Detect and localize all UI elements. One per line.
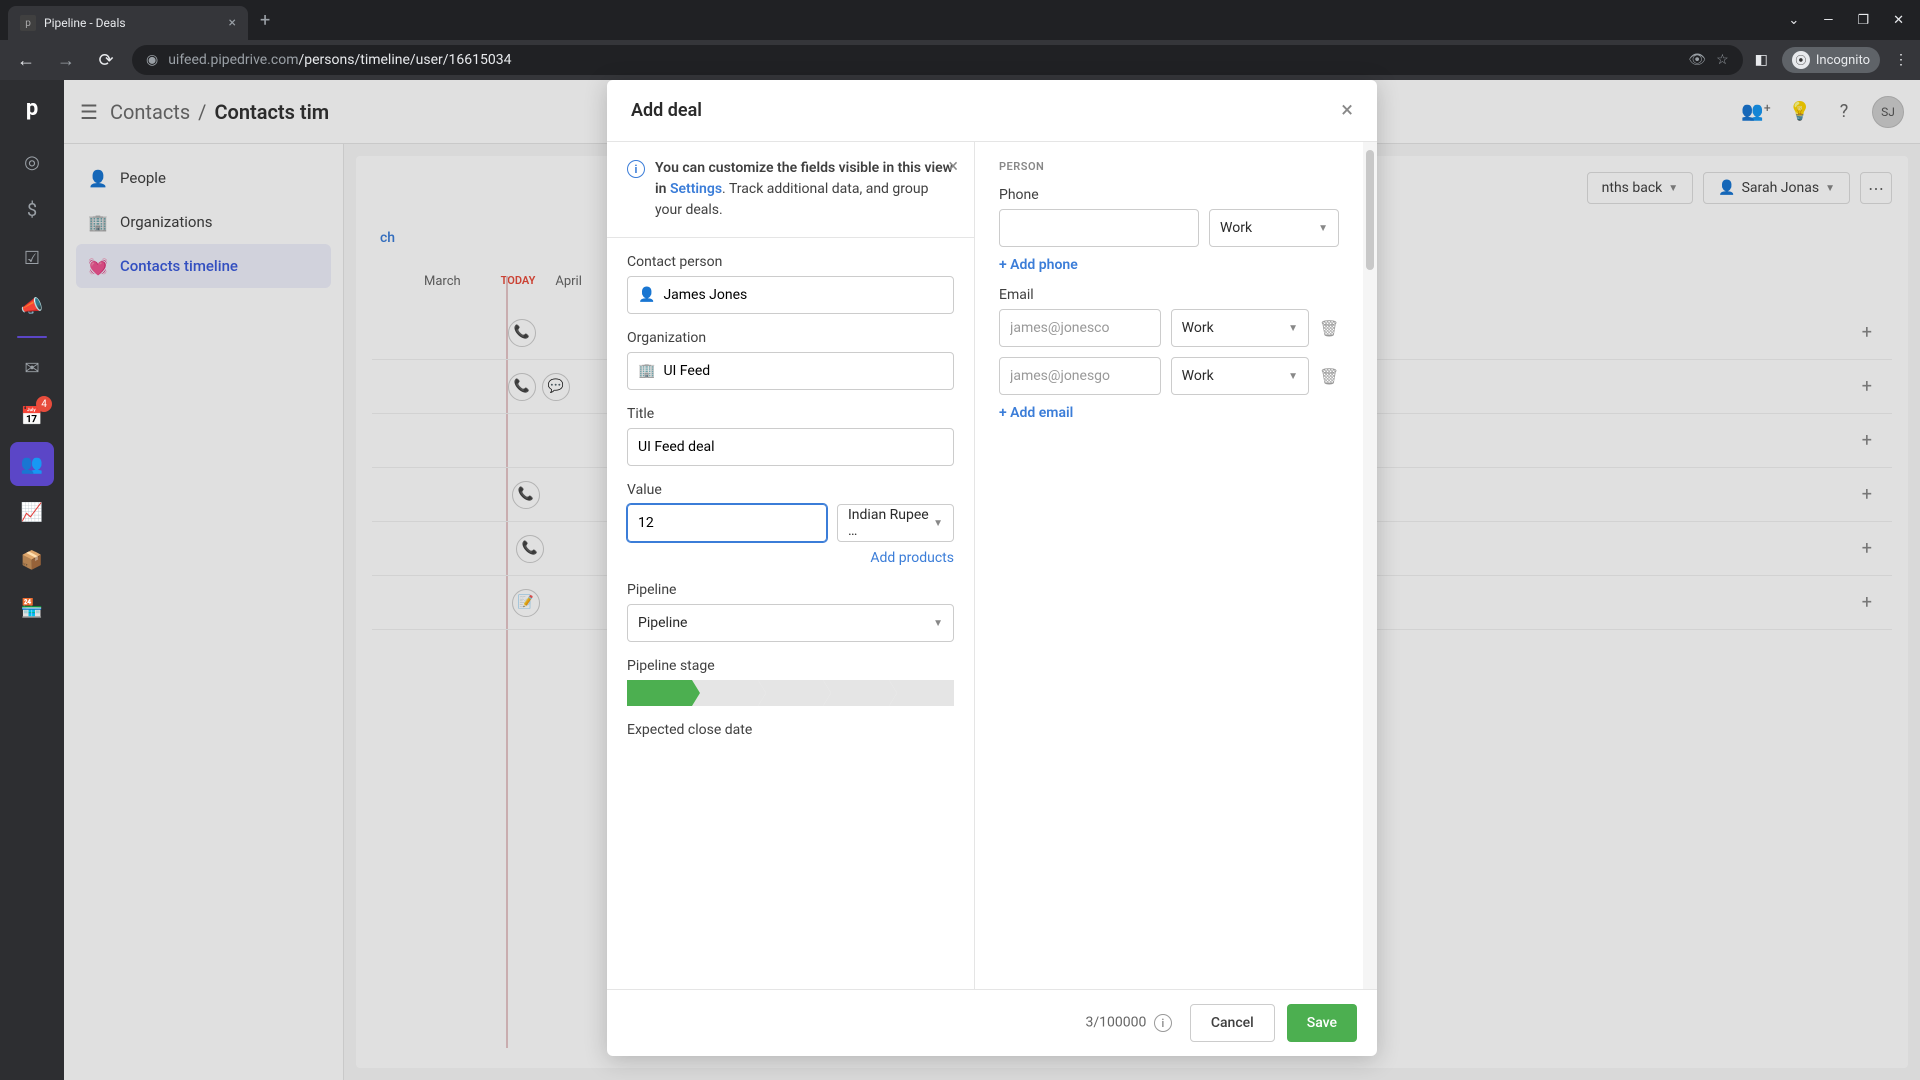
back-button[interactable]: ←	[12, 50, 40, 71]
phone-input[interactable]	[999, 209, 1199, 247]
window-controls: ⌄ ― ❐ ✕	[1788, 0, 1920, 40]
add-products-link[interactable]: Add products	[627, 550, 954, 566]
info-banner: i You can customize the fields visible i…	[607, 142, 974, 238]
info-icon[interactable]: i	[1154, 1014, 1172, 1032]
incognito-badge[interactable]: ⦿ Incognito	[1782, 47, 1880, 73]
contact-person-label: Contact person	[627, 254, 954, 270]
add-phone-link[interactable]: + Add phone	[999, 257, 1339, 273]
site-info-icon[interactable]: ◉	[146, 52, 158, 68]
contact-person-input[interactable]: 👤	[627, 276, 954, 314]
info-icon: i	[627, 160, 645, 178]
chevron-down-icon: ▼	[1288, 371, 1298, 382]
modal-title: Add deal	[631, 100, 702, 121]
trash-icon[interactable]: 🗑	[1319, 367, 1339, 386]
chevron-down-icon: ▼	[933, 618, 943, 629]
building-icon: 🏢	[638, 363, 655, 379]
add-deal-modal: Add deal × i You can customize the field…	[607, 80, 1377, 1056]
forward-button[interactable]: →	[52, 50, 80, 71]
pipeline-stage-label: Pipeline stage	[627, 658, 954, 674]
app-logo[interactable]: p	[12, 88, 52, 128]
minimize-icon[interactable]: ―	[1823, 13, 1833, 28]
browser-tab[interactable]: p Pipeline - Deals ×	[8, 6, 248, 40]
tab-close-icon[interactable]: ×	[229, 15, 236, 31]
rail-item-contacts[interactable]: 👥	[10, 442, 54, 486]
rail-item-insights[interactable]: 📈	[10, 490, 54, 534]
close-icon[interactable]: ×	[1341, 98, 1353, 123]
stage-2[interactable]	[692, 680, 757, 706]
new-tab-button[interactable]: +	[260, 10, 270, 31]
browser-tab-strip: p Pipeline - Deals × + ⌄ ― ❐ ✕	[0, 0, 1920, 40]
left-rail: p ◎ $ ☑ 📣 ✉ 📅4 👥 📈 📦 🏪	[0, 80, 64, 1080]
rail-item-deals[interactable]: $	[10, 188, 54, 232]
browser-toolbar: ← → ⟳ ◉ uifeed.pipedrive.com/persons/tim…	[0, 40, 1920, 80]
email-type-select-1[interactable]: Work ▼	[1171, 309, 1309, 347]
title-input[interactable]	[627, 428, 954, 466]
save-button[interactable]: Save	[1287, 1004, 1357, 1042]
dismiss-banner-icon[interactable]: ×	[948, 156, 958, 177]
url-bar[interactable]: ◉ uifeed.pipedrive.com/persons/timeline/…	[132, 45, 1743, 75]
rail-item-campaigns[interactable]: 📣	[10, 284, 54, 328]
cancel-button[interactable]: Cancel	[1190, 1004, 1275, 1042]
expected-close-date-label: Expected close date	[627, 722, 954, 738]
stage-4[interactable]	[823, 680, 888, 706]
rail-item-products[interactable]: 📦	[10, 538, 54, 582]
email-type-select-2[interactable]: Work ▼	[1171, 357, 1309, 395]
rail-badge: 4	[36, 396, 52, 412]
title-label: Title	[627, 406, 954, 422]
pipeline-select[interactable]: Pipeline ▼	[627, 604, 954, 642]
rail-item-mail[interactable]: ✉	[10, 346, 54, 390]
person-icon: 👤	[638, 287, 655, 303]
incognito-icon: ⦿	[1792, 51, 1810, 69]
stage-3[interactable]	[758, 680, 823, 706]
organization-input[interactable]: 🏢	[627, 352, 954, 390]
rail-item-leads[interactable]: ◎	[10, 140, 54, 184]
chevron-down-icon[interactable]: ⌄	[1788, 13, 1799, 28]
tab-favicon: p	[20, 15, 36, 31]
reload-button[interactable]: ⟳	[92, 50, 120, 71]
add-email-link[interactable]: + Add email	[999, 405, 1339, 421]
chevron-down-icon: ▼	[1318, 223, 1328, 234]
chevron-down-icon: ▼	[1288, 323, 1298, 334]
maximize-icon[interactable]: ❐	[1857, 13, 1869, 28]
person-section-title: PERSON	[999, 160, 1339, 173]
email-input-1[interactable]: james@jonesco	[999, 309, 1161, 347]
phone-label: Phone	[999, 187, 1339, 203]
tab-title: Pipeline - Deals	[44, 16, 126, 30]
rail-divider	[17, 336, 47, 338]
rail-item-marketplace[interactable]: 🏪	[10, 586, 54, 630]
email-label: Email	[999, 287, 1339, 303]
scrollbar[interactable]	[1363, 142, 1377, 989]
bookmark-icon[interactable]: ☆	[1716, 52, 1729, 68]
character-counter: 3/100000 i	[1086, 1014, 1172, 1032]
browser-menu-icon[interactable]: ⋮	[1894, 52, 1908, 68]
extensions-icon[interactable]: ◧	[1755, 52, 1768, 68]
stage-1[interactable]	[627, 680, 692, 706]
close-window-icon[interactable]: ✕	[1893, 13, 1904, 28]
rail-item-activities[interactable]: ☑	[10, 236, 54, 280]
chevron-down-icon: ▼	[933, 518, 943, 529]
stage-5[interactable]	[889, 680, 954, 706]
modal-overlay: Add deal × i You can customize the field…	[64, 80, 1920, 1080]
organization-label: Organization	[627, 330, 954, 346]
email-input-2[interactable]: james@jonesgo	[999, 357, 1161, 395]
value-label: Value	[627, 482, 954, 498]
currency-select[interactable]: Indian Rupee … ▼	[837, 504, 954, 542]
rail-item-calendar[interactable]: 📅4	[10, 394, 54, 438]
settings-link[interactable]: Settings	[670, 181, 722, 197]
trash-icon[interactable]: 🗑	[1319, 319, 1339, 338]
eye-off-icon[interactable]: 👁	[1688, 52, 1706, 68]
pipeline-label: Pipeline	[627, 582, 954, 598]
value-input[interactable]	[627, 504, 827, 542]
pipeline-stage-selector[interactable]	[627, 680, 954, 706]
phone-type-select[interactable]: Work ▼	[1209, 209, 1339, 247]
